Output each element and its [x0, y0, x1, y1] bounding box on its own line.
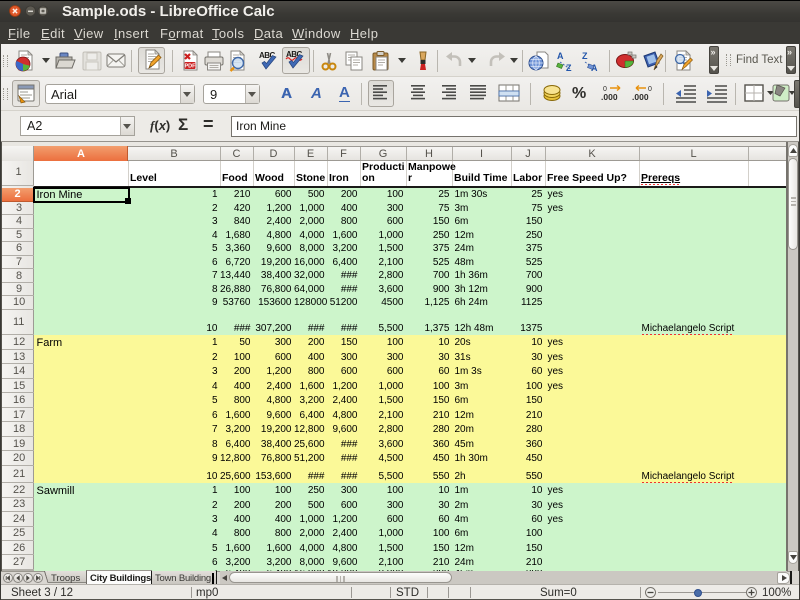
svg-text:Z: Z	[566, 63, 572, 72]
svg-text:A: A	[557, 51, 564, 61]
svg-text:0: 0	[648, 86, 652, 93]
svg-text:Z: Z	[582, 51, 588, 61]
svg-text:0: 0	[603, 86, 607, 93]
svg-text:.000: .000	[601, 92, 618, 102]
svg-text:.000: .000	[632, 92, 649, 102]
svg-text:PDF: PDF	[185, 64, 197, 70]
